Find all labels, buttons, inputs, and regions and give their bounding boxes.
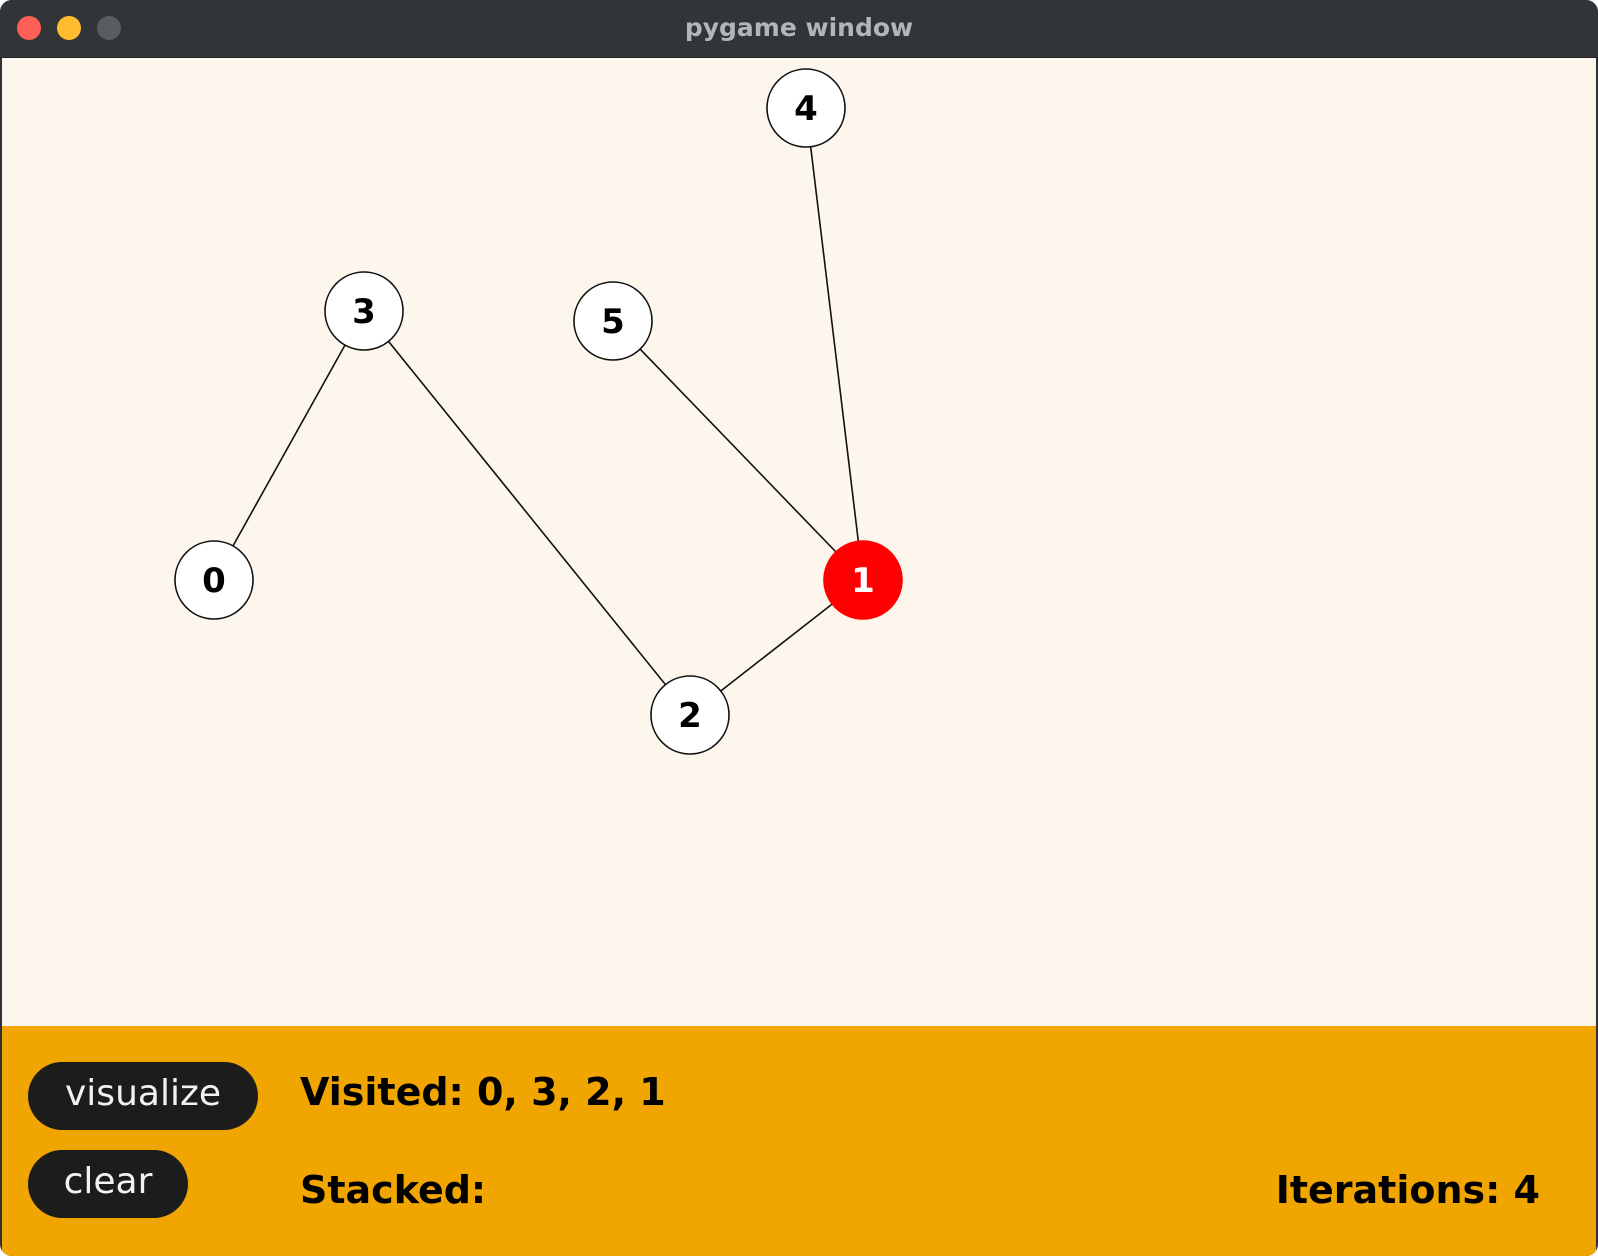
edge-4-1 <box>805 107 864 581</box>
node-label: 0 <box>202 561 226 601</box>
title-bar[interactable]: pygame window <box>0 0 1598 58</box>
window-title: pygame window <box>684 13 914 42</box>
graph-node-4[interactable]: 4 <box>766 68 846 148</box>
pygame-window: pygame window 0 1 2 3 4 5 visualize clear Vis… <box>0 0 1598 1256</box>
control-panel: visualize clear Visited: 0, 3, 2, 1 Stac… <box>2 1026 1596 1256</box>
visited-status: Visited: 0, 3, 2, 1 <box>300 1070 666 1114</box>
graph-node-2[interactable]: 2 <box>650 675 730 755</box>
edge-5-1 <box>612 320 864 581</box>
node-label: 4 <box>794 89 818 129</box>
graph-drawing: 0 1 2 3 4 5 <box>174 68 903 755</box>
graph-node-1[interactable]: 1 <box>823 540 903 620</box>
edge-3-0 <box>213 310 365 581</box>
graph-node-0[interactable]: 0 <box>174 540 254 620</box>
node-label: 1 <box>851 561 875 601</box>
graph-node-3[interactable]: 3 <box>324 271 404 351</box>
iterations-counter: Iterations: 4 <box>1275 1168 1540 1212</box>
visualize-button[interactable]: visualize <box>28 1062 258 1130</box>
node-label: 3 <box>352 292 376 332</box>
graph-canvas[interactable]: 0 1 2 3 4 5 <box>2 58 1596 1026</box>
graph-node-5[interactable]: 5 <box>573 281 653 361</box>
edge-3-2 <box>363 310 691 716</box>
clear-button[interactable]: clear <box>28 1150 188 1218</box>
node-label: 5 <box>601 302 625 342</box>
stacked-status: Stacked: <box>300 1168 487 1212</box>
node-label: 2 <box>678 696 702 736</box>
